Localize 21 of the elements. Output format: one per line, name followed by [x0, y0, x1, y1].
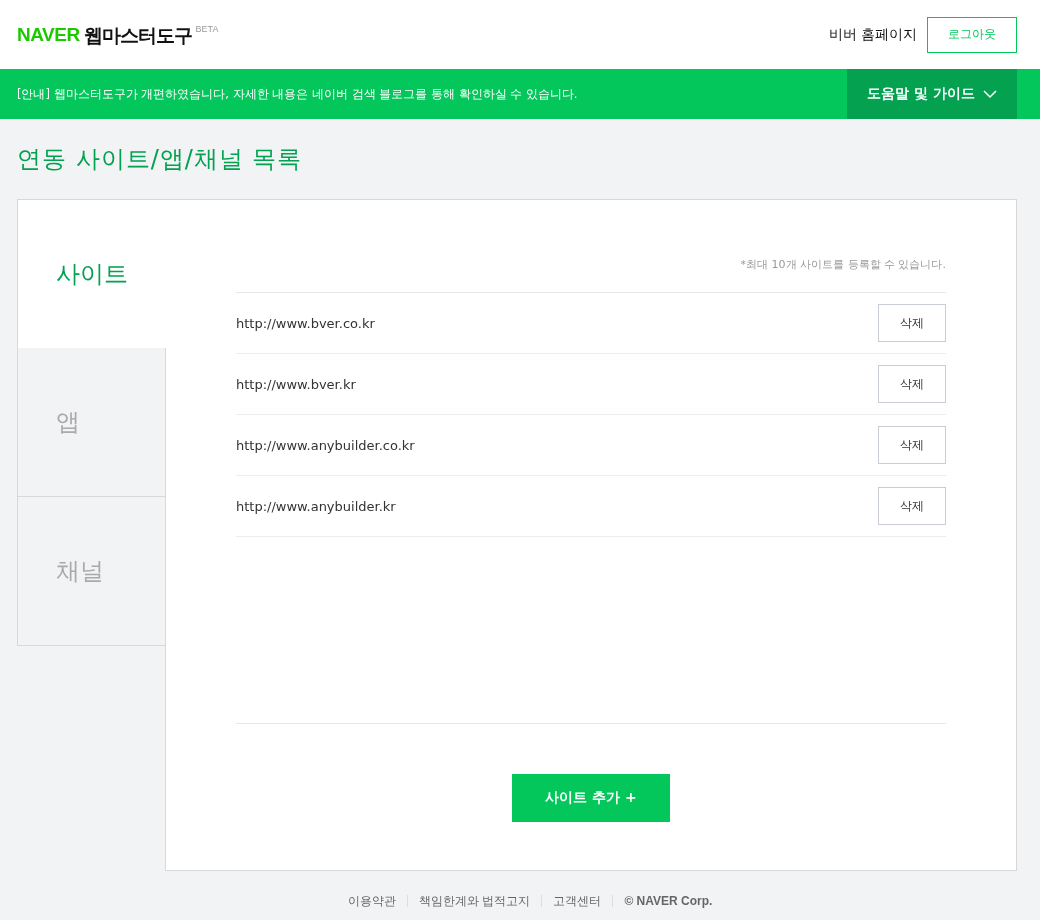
delete-button[interactable]: 삭제: [878, 426, 946, 464]
service-name: 웹마스터도구: [83, 22, 192, 47]
site-url: http://www.bver.kr: [236, 376, 356, 392]
footer-link[interactable]: 이용약관: [347, 892, 396, 910]
site-url: http://www.anybuilder.kr: [236, 498, 396, 514]
delete-button[interactable]: 삭제: [878, 365, 946, 403]
delete-button[interactable]: 삭제: [878, 487, 946, 525]
category-tab[interactable]: 사이트: [17, 199, 166, 348]
delete-button[interactable]: 삭제: [878, 304, 946, 342]
notice-text: [안내] 웹마스터도구가 개편하였습니다, 자세한 내용은 네이버 검색 블로그를 통해 확인하실 수 있습니다.: [17, 86, 578, 102]
homepage-link[interactable]: 비버 홈페이지: [828, 25, 917, 44]
copyright: © NAVER Corp.: [624, 894, 713, 908]
help-menu-button[interactable]: 도움말 및 가이드: [847, 69, 1017, 119]
beta-label: BETA: [195, 23, 219, 34]
page-title: 연동 사이트/앱/채널 목록: [17, 144, 304, 175]
chevron-down-icon: [982, 89, 997, 99]
site-url: http://www.bver.co.kr: [236, 315, 375, 331]
footer-link[interactable]: 고객센터: [553, 892, 602, 910]
site-url: http://www.anybuilder.co.kr: [236, 437, 415, 453]
footer-link[interactable]: 책임한계와 법적고지: [418, 892, 531, 910]
limit-note: *최대 10개 사이트를 등록할 수 있습니다.: [739, 257, 946, 273]
